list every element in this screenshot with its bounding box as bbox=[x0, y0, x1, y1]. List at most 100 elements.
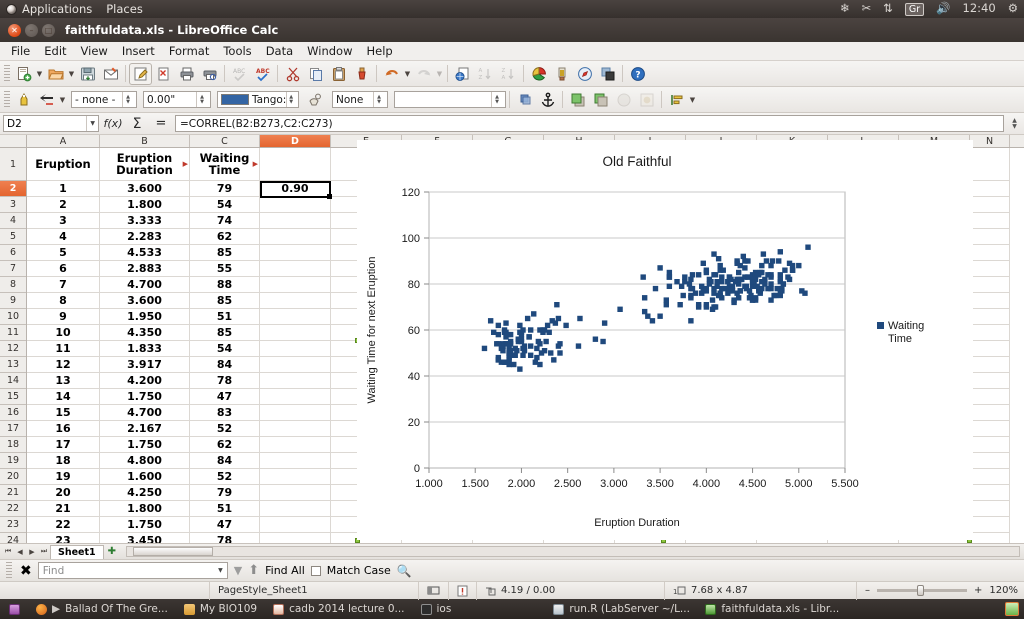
copy-icon[interactable] bbox=[304, 63, 327, 85]
cell-n1[interactable] bbox=[970, 148, 1010, 181]
taskbar-item-2[interactable]: cadb 2014 lecture 0... bbox=[266, 602, 411, 616]
cell-d24[interactable] bbox=[260, 533, 331, 543]
cell-n10[interactable] bbox=[970, 309, 1010, 325]
line-style-spinner-icon[interactable]: ▲ ▼ bbox=[122, 92, 133, 107]
horizontal-scrollbar-thumb[interactable] bbox=[133, 547, 214, 556]
cell-d15[interactable] bbox=[260, 389, 331, 405]
cell-c13[interactable]: 84 bbox=[190, 357, 260, 373]
menu-insert[interactable]: Insert bbox=[115, 43, 162, 59]
area-style-icon[interactable] bbox=[303, 89, 326, 111]
spelling-check-icon[interactable]: ABC bbox=[251, 63, 274, 85]
find-and-replace-icon[interactable]: 🔍 bbox=[397, 564, 412, 578]
row-header-7[interactable]: 7 bbox=[0, 261, 26, 277]
open-file-dropdown-icon[interactable]: ▼ bbox=[67, 63, 76, 85]
cell-n17[interactable] bbox=[970, 421, 1010, 437]
row-header-1[interactable]: 1 bbox=[0, 148, 26, 181]
cell-n18[interactable] bbox=[970, 437, 1010, 453]
cell-c17[interactable]: 52 bbox=[190, 421, 260, 437]
cell-n5[interactable] bbox=[970, 229, 1010, 245]
cell-d11[interactable] bbox=[260, 325, 331, 341]
cell-a14[interactable]: 13 bbox=[27, 373, 100, 389]
insert-chart-icon[interactable] bbox=[527, 63, 550, 85]
page-style[interactable]: PageStyle_Sheet1 bbox=[210, 581, 420, 600]
row-header-13[interactable]: 13 bbox=[0, 357, 26, 373]
cell-n8[interactable] bbox=[970, 277, 1010, 293]
cell-d1[interactable] bbox=[260, 148, 331, 181]
document-modified-icon[interactable] bbox=[449, 581, 478, 600]
cell-a6[interactable]: 5 bbox=[27, 245, 100, 261]
line-endstyle-icon[interactable] bbox=[12, 89, 35, 111]
cell-c19[interactable]: 84 bbox=[190, 453, 260, 469]
line-style-combo[interactable]: - none - ▲ ▼ bbox=[71, 91, 137, 108]
cell-b5[interactable]: 2.283 bbox=[100, 229, 190, 245]
cell-n20[interactable] bbox=[970, 469, 1010, 485]
cell-b7[interactable]: 2.883 bbox=[100, 261, 190, 277]
cell-b21[interactable]: 4.250 bbox=[100, 485, 190, 501]
cell-a1[interactable]: Eruption bbox=[27, 148, 100, 181]
row-header-10[interactable]: 10 bbox=[0, 309, 26, 325]
cell-a15[interactable]: 14 bbox=[27, 389, 100, 405]
edit-mode-icon[interactable] bbox=[129, 62, 152, 85]
dropbox-icon[interactable]: ❄ bbox=[840, 3, 850, 15]
last-sheet-icon[interactable]: ⏭ bbox=[38, 547, 50, 556]
cell-a11[interactable]: 10 bbox=[27, 325, 100, 341]
cell-d21[interactable] bbox=[260, 485, 331, 501]
find-previous-icon[interactable]: ▼ bbox=[234, 564, 242, 577]
menu-view[interactable]: View bbox=[74, 43, 115, 59]
cell-b8[interactable]: 4.700 bbox=[100, 277, 190, 293]
cell-c16[interactable]: 83 bbox=[190, 405, 260, 421]
cell-a13[interactable]: 12 bbox=[27, 357, 100, 373]
send-to-back-icon[interactable] bbox=[589, 89, 612, 111]
cell-c6[interactable]: 85 bbox=[190, 245, 260, 261]
text-alignment-icon[interactable] bbox=[665, 89, 688, 111]
find-dropdown-icon[interactable]: ▼ bbox=[218, 567, 223, 574]
taskbar-item-1[interactable]: My BIO109 bbox=[177, 602, 264, 616]
row-header-3[interactable]: 3 bbox=[0, 197, 26, 213]
cell-a23[interactable]: 22 bbox=[27, 517, 100, 533]
taskbar-active-indicator[interactable] bbox=[1005, 602, 1022, 616]
cell-a24[interactable]: 23 bbox=[27, 533, 100, 543]
cell-d20[interactable] bbox=[260, 469, 331, 485]
cell-n3[interactable] bbox=[970, 197, 1010, 213]
taskbar-item-3[interactable]: ios bbox=[414, 602, 459, 616]
findbar-grip[interactable] bbox=[6, 561, 12, 580]
row-header-5[interactable]: 5 bbox=[0, 229, 26, 245]
open-file-icon[interactable] bbox=[44, 63, 67, 85]
cell-a9[interactable]: 8 bbox=[27, 293, 100, 309]
help-icon[interactable]: ? bbox=[626, 63, 649, 85]
cell-n24[interactable] bbox=[970, 533, 1010, 543]
cell-a20[interactable]: 19 bbox=[27, 469, 100, 485]
toolbar-grip[interactable] bbox=[4, 90, 10, 109]
volume-icon[interactable]: 🔊 bbox=[936, 3, 950, 15]
cell-a3[interactable]: 2 bbox=[27, 197, 100, 213]
taskbar-item-5[interactable]: faithfuldata.xls - Libr... bbox=[698, 602, 846, 616]
menu-file[interactable]: File bbox=[4, 43, 37, 59]
row-header-4[interactable]: 4 bbox=[0, 213, 26, 229]
area-style-combo[interactable]: None ▲ ▼ bbox=[332, 91, 388, 108]
menu-data[interactable]: Data bbox=[259, 43, 300, 59]
cell-a18[interactable]: 17 bbox=[27, 437, 100, 453]
spelling-autocheck-icon[interactable]: ABC bbox=[228, 63, 251, 85]
cell-a10[interactable]: 9 bbox=[27, 309, 100, 325]
column-header-d[interactable]: D bbox=[260, 135, 331, 147]
cell-a19[interactable]: 18 bbox=[27, 453, 100, 469]
cell-a8[interactable]: 7 bbox=[27, 277, 100, 293]
close-find-icon[interactable]: ✖ bbox=[20, 563, 32, 579]
sheet-tab-sheet1[interactable]: Sheet1 bbox=[50, 544, 104, 559]
zoom-slider-knob[interactable] bbox=[916, 585, 924, 596]
cell-n11[interactable] bbox=[970, 325, 1010, 341]
cell-d16[interactable] bbox=[260, 405, 331, 421]
cell-b23[interactable]: 1.750 bbox=[100, 517, 190, 533]
cell-d13[interactable] bbox=[260, 357, 331, 373]
cell-n16[interactable] bbox=[970, 405, 1010, 421]
cell-b3[interactable]: 1.800 bbox=[100, 197, 190, 213]
menu-edit[interactable]: Edit bbox=[37, 43, 73, 59]
cell-a4[interactable]: 3 bbox=[27, 213, 100, 229]
cell-c4[interactable]: 74 bbox=[190, 213, 260, 229]
formula-input-line[interactable]: =CORREL(B2:B273,C2:C273) bbox=[175, 115, 1004, 132]
cell-b1[interactable]: Eruption Duration ▶ bbox=[100, 148, 190, 181]
cell-d23[interactable] bbox=[260, 517, 331, 533]
cell-c11[interactable]: 85 bbox=[190, 325, 260, 341]
zoom-slider[interactable] bbox=[877, 585, 968, 596]
cell-c3[interactable]: 54 bbox=[190, 197, 260, 213]
